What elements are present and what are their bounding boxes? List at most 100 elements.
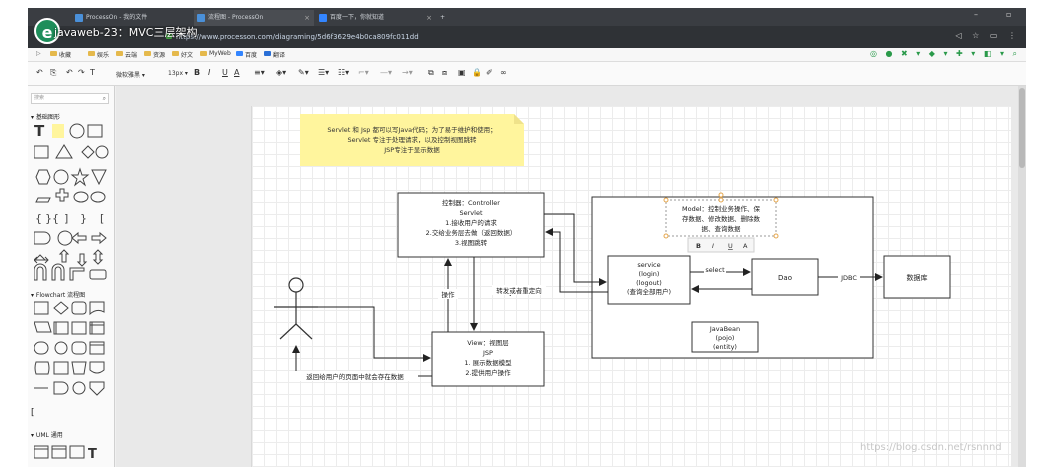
database-label: 数据库 <box>907 273 928 282</box>
svg-text:{: { <box>35 212 42 225</box>
bookmarks-arrow-icon[interactable]: ▷ <box>36 50 41 57</box>
service-line-4: (查询全部用户) <box>627 287 671 296</box>
bookmark-item[interactable]: 云端 <box>116 50 137 59</box>
view-box[interactable]: View：视图层 JSP 1. 展示数据模型 2.提供用户操作 <box>431 331 545 387</box>
tab-label: 流程图 - ProcessOn <box>208 14 264 21</box>
label-return-to-user: 返回给用户的页面中就会存在数据 <box>306 372 404 381</box>
minimize-icon[interactable]: – <box>974 10 978 19</box>
basic-shapes-grid[interactable]: T { }{ ] } [ <box>34 122 110 282</box>
inline-bold-button[interactable]: B <box>696 242 701 250</box>
start-arrow-icon[interactable]: —▾ <box>380 68 392 77</box>
section-uml[interactable]: ▾ UML 通用 <box>31 430 63 439</box>
connector-icon[interactable]: ⌐▾ <box>358 68 369 77</box>
undo2-icon[interactable]: ↶ <box>66 68 73 77</box>
bring-front-icon[interactable]: ⧉ <box>428 68 434 78</box>
service-box[interactable]: service (login) (logout) (查询全部用户) <box>607 255 691 305</box>
folder-icon <box>88 51 95 56</box>
svg-text:}: } <box>80 212 87 225</box>
section-label: 基础图形 <box>35 114 60 121</box>
extension-icons[interactable]: ◎ ● ✖ ▾ ◆ ▾ ✚ ▾ ◧ ▾ ⌕ <box>870 49 1020 59</box>
diagram-canvas[interactable]: Servlet 和 Jsp 都可以写Java代码；为了易于维护和使用； Serv… <box>116 86 1026 467</box>
clear-format-icon[interactable]: T <box>90 68 95 77</box>
bookmark-item[interactable]: 资源 <box>144 50 165 59</box>
redo-icon[interactable]: ↷ <box>78 68 85 77</box>
color-picker-icon[interactable]: ✐ <box>486 68 493 77</box>
inline-italic-button[interactable]: I <box>712 242 714 250</box>
font-size-select[interactable]: 13px ▾ <box>168 70 188 77</box>
svg-text:T: T <box>34 122 45 140</box>
processon-favicon-icon <box>197 14 205 22</box>
model-line-2: 存数据、修改数据、删除数 <box>682 214 761 223</box>
bracket-shape[interactable]: [ <box>31 408 35 418</box>
line-width-icon[interactable]: ☰▾ <box>318 68 329 77</box>
bookmark-item[interactable]: 收藏 <box>50 50 71 59</box>
font-color-button[interactable]: A <box>234 68 239 77</box>
font-family-value: 微软雅黑 <box>116 72 141 79</box>
javabean-box[interactable]: JavaBean (pojo) (entity) <box>691 321 759 353</box>
bold-button[interactable]: B <box>194 68 200 77</box>
font-family-select[interactable]: 微软雅黑 ▾ <box>116 70 145 79</box>
folder-icon <box>200 51 207 56</box>
scrollbar-thumb[interactable] <box>1019 88 1025 168</box>
browser-tab-diagram[interactable]: 流程图 - ProcessOn × <box>194 10 314 26</box>
note-line-1: Servlet 和 Jsp 都可以写Java代码；为了易于维护和使用； <box>327 125 496 134</box>
search-icon[interactable]: ⌕ <box>103 94 106 103</box>
mvc-diagram: Servlet 和 Jsp 都可以写Java代码；为了易于维护和使用； Serv… <box>274 114 951 387</box>
maximize-icon[interactable]: ▫ <box>1006 10 1011 19</box>
new-tab-button[interactable]: + <box>436 10 456 26</box>
line-color-icon[interactable]: ✎▾ <box>298 68 309 77</box>
bookmark-item[interactable]: 翻译 <box>264 50 285 59</box>
dao-label: Dao <box>778 274 792 282</box>
bookmark-item[interactable]: 百度 <box>236 50 257 59</box>
link-icon[interactable]: ∞ <box>500 68 507 77</box>
bookmark-item[interactable]: MyWeb <box>200 50 231 57</box>
database-box[interactable]: 数据库 <box>883 255 951 299</box>
browser-tab-baidu[interactable]: 百度一下，你就知道 × <box>316 10 436 26</box>
processon-favicon-icon <box>75 14 83 22</box>
fill-color-icon[interactable]: ◈▾ <box>276 68 286 77</box>
canvas-scrollbar[interactable] <box>1018 86 1026 467</box>
underline-button[interactable]: U <box>222 68 228 77</box>
arrow-user-to-view[interactable] <box>318 306 431 362</box>
view-line-3: 1. 展示数据模型 <box>464 358 512 367</box>
bookmark-item[interactable]: 好文 <box>172 50 193 59</box>
dao-box[interactable]: Dao <box>751 258 819 296</box>
shape-search-input[interactable]: 搜索 ⌕ <box>31 93 109 104</box>
close-tab-icon[interactable]: × <box>426 10 432 26</box>
diagram-page[interactable]: Servlet 和 Jsp 都可以写Java代码；为了易于维护和使用； Serv… <box>251 106 1011 467</box>
translate-icon <box>264 51 271 56</box>
section-flowchart[interactable]: ▾ Flowchart 流程图 <box>31 290 85 299</box>
note-shape[interactable]: Servlet 和 Jsp 都可以写Java代码；为了易于维护和使用； Serv… <box>300 114 524 166</box>
bookmark-label: 云端 <box>125 52 138 59</box>
controller-box[interactable]: 控制器：Controller Servlet 1.接收用户的请求 2.交给业务层… <box>397 192 545 258</box>
format-painter-icon[interactable]: ⎘ <box>50 68 56 78</box>
font-size-value: 13px <box>168 70 183 77</box>
inline-color-button[interactable]: A <box>743 242 748 250</box>
view-line-1: View：视图层 <box>467 338 509 347</box>
send-back-icon[interactable]: ⧈ <box>442 68 447 78</box>
lock-shape-icon[interactable]: 🔒 <box>472 68 482 77</box>
inline-underline-button[interactable]: U <box>728 242 733 250</box>
service-line-1: service <box>637 261 660 269</box>
section-basic-shapes[interactable]: ▾ 基础图形 <box>31 112 60 121</box>
inline-format-toolbar[interactable]: B I U A <box>687 237 755 253</box>
bookmarks-bar: ▷ 收藏 娱乐 云端 资源 好文 MyWeb 百度 翻译 ◎ ● ✖ ▾ ◆ ▾… <box>28 48 1026 62</box>
end-arrow-icon[interactable]: →▾ <box>402 68 413 77</box>
line-style-icon[interactable]: ☷▾ <box>338 68 349 77</box>
model-line-1: Model：控制业务操作、保 <box>682 204 761 213</box>
group-icon[interactable]: ▣ <box>458 68 466 77</box>
url-field[interactable]: https://www.processon.com/diagraming/5d6… <box>176 30 419 44</box>
bookmark-label: 资源 <box>153 52 166 59</box>
user-actor-icon[interactable] <box>274 277 318 340</box>
align-icon[interactable]: ≡▾ <box>254 68 265 77</box>
bookmark-item[interactable]: 娱乐 <box>88 50 109 59</box>
undo-icon[interactable]: ↶ <box>36 68 43 77</box>
uml-shapes-grid[interactable]: T <box>34 442 110 462</box>
flowchart-shapes-grid[interactable] <box>34 300 110 400</box>
close-tab-icon[interactable]: × <box>304 10 310 26</box>
address-bar-icons[interactable]: ◁ ☆ ▭ ⋮ <box>955 31 1020 40</box>
bookmark-label: 娱乐 <box>97 52 110 59</box>
flowchart-shapes-icon <box>34 301 105 396</box>
italic-button[interactable]: I <box>208 68 210 77</box>
folder-icon <box>172 51 179 56</box>
